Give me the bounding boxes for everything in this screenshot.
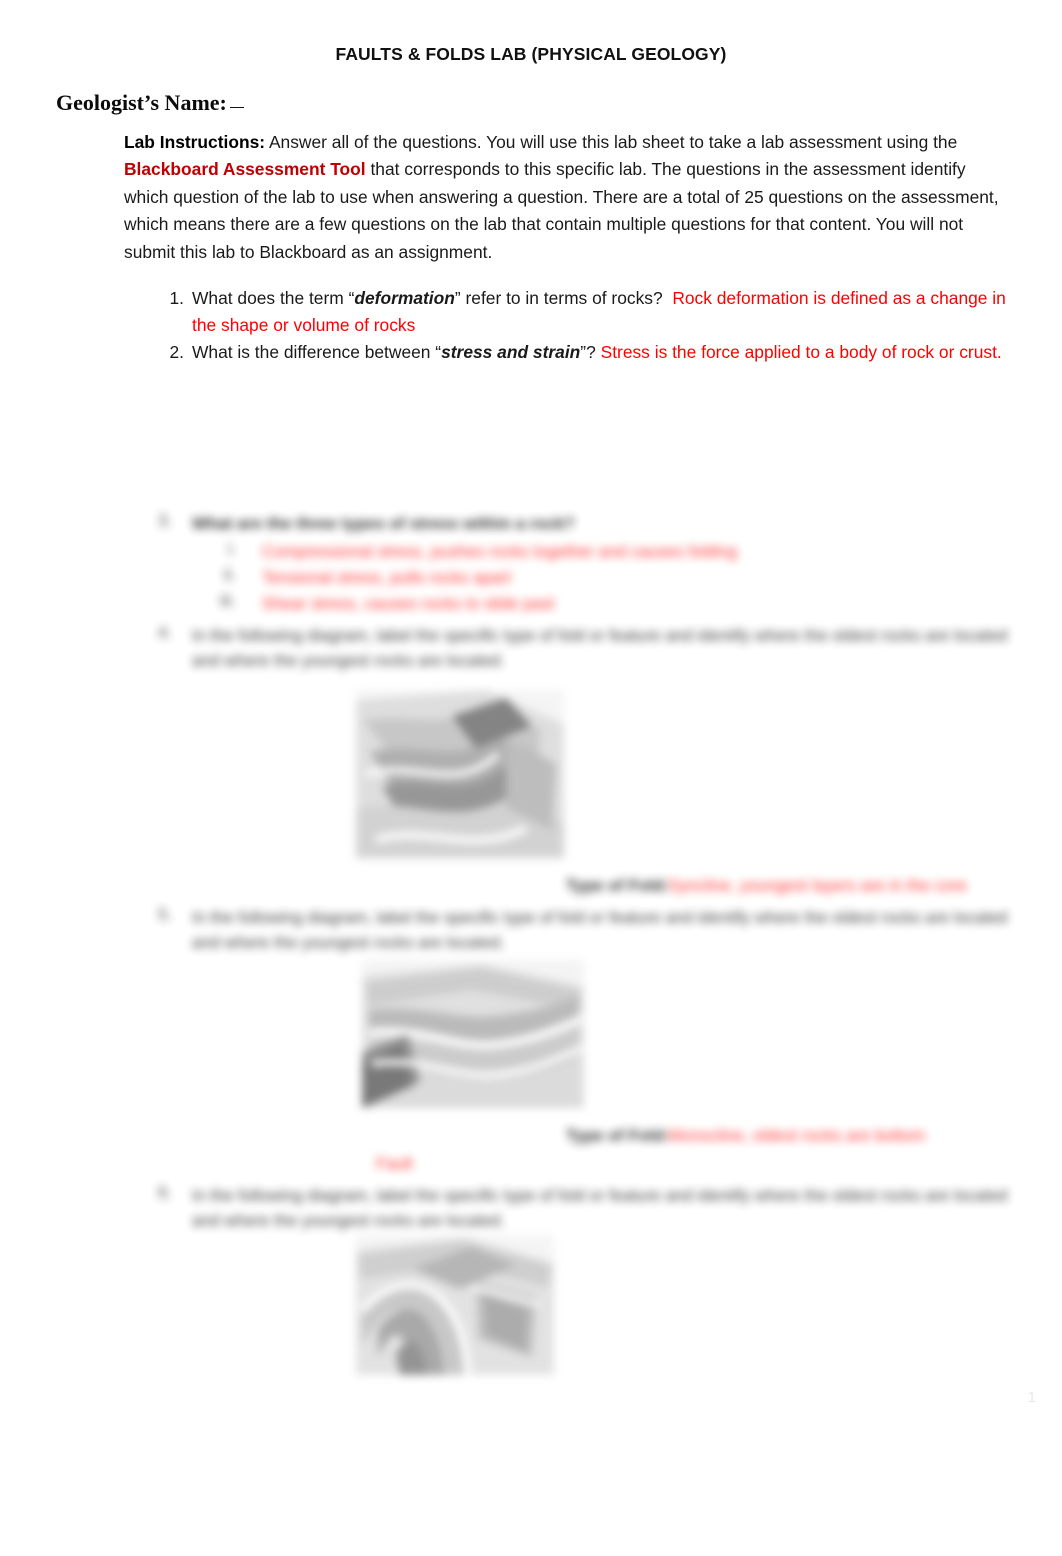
blurred-q3-sub-marker-2: ii. <box>224 565 236 584</box>
syncline-block-diagram <box>356 690 564 858</box>
instructions-text-before-tool: Answer all of the questions. You will us… <box>265 132 958 152</box>
blurred-q3-sub-marker-1: i. <box>228 539 237 558</box>
anticline-block-diagram <box>356 1235 554 1375</box>
blurred-q4-fold-label: Type of Fold: <box>566 876 669 895</box>
blurred-question-4-prompt: In the following diagram, label the spec… <box>192 626 1008 670</box>
question-2-answer[interactable]: Stress is the force applied to a body of… <box>601 342 1002 362</box>
blurred-question-6-prompt: In the following diagram, label the spec… <box>192 1186 1008 1230</box>
question-item-1: 1. What does the term “deformation” refer… <box>150 285 1018 339</box>
geologist-name-line: Geologist’s Name: <box>56 90 244 116</box>
question-2-text-before-term: What is the difference between “ <box>192 342 442 362</box>
blurred-lower-content: 3. What are the three types of stress wi… <box>0 495 1062 1425</box>
blurred-question-5-prompt: In the following diagram, label the spec… <box>192 908 1008 952</box>
lab-instructions-paragraph: Lab Instructions: Answer all of the ques… <box>124 129 1014 266</box>
blurred-question-4-number: 4. <box>158 623 172 642</box>
question-number-1: 1. <box>169 288 184 308</box>
blurred-q5-extra-red-note[interactable]: Fault <box>376 1151 413 1176</box>
page-number: 1 <box>1027 1389 1036 1406</box>
geologist-name-label: Geologist’s Name: <box>56 90 227 115</box>
blurred-q3-sub-text-3[interactable]: Shear stress, causes rocks to slide past <box>262 591 554 616</box>
question-2-key-term: stress and strain <box>441 342 581 362</box>
geologist-name-input[interactable] <box>229 107 244 108</box>
lab-instructions-label: Lab Instructions <box>124 132 260 152</box>
question-1-text-before-term: What does the term “ <box>192 288 355 308</box>
blurred-question-3-number: 3. <box>158 511 172 530</box>
blurred-q4-fold-answer[interactable]: Syncline, youngest layers are in the cor… <box>668 873 967 898</box>
blurred-question-3-prompt: What are the three types of stress withi… <box>192 514 575 533</box>
blurred-q5-fold-label: Type of Fold: <box>566 1126 669 1145</box>
blurred-q3-sub-marker-3: iii. <box>220 591 236 610</box>
question-2-text-after-term: ”? <box>580 342 596 362</box>
blurred-q3-sub-text-2[interactable]: Tensional stress, pulls rocks apart <box>262 565 511 590</box>
questions-list: 1. What does the term “deformation” refer… <box>150 285 1018 366</box>
blurred-q5-fold-answer[interactable]: Monocline, oldest rocks are bottom <box>668 1123 925 1148</box>
monocline-block-diagram <box>362 960 584 1108</box>
blurred-question-6-number: 6. <box>158 1183 172 1202</box>
blackboard-assessment-tool-text: Blackboard Assessment Tool <box>124 159 366 180</box>
question-1-key-term: deformation <box>354 288 455 308</box>
question-1-text-after-term: ” refer to in terms of rocks? <box>454 288 663 308</box>
blurred-q3-sub-text-1[interactable]: Compressional stress, pushes rocks toget… <box>262 539 737 564</box>
document-page: FAULTS & FOLDS LAB (PHYSICAL GEOLOGY) Ge… <box>0 0 1062 1556</box>
question-item-2: 2. What is the difference between “stress… <box>150 339 1018 366</box>
page-title: FAULTS & FOLDS LAB (PHYSICAL GEOLOGY) <box>335 44 727 64</box>
blurred-question-5-number: 5. <box>158 905 172 924</box>
question-number-2: 2. <box>169 342 184 362</box>
